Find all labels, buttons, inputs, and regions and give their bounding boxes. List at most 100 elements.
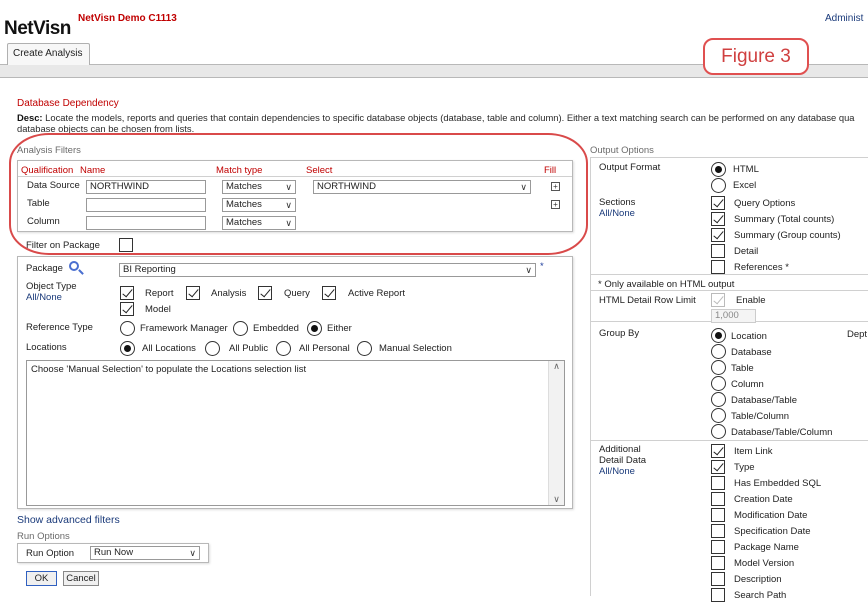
item-link-checkbox[interactable] bbox=[711, 444, 725, 458]
data-source-label: Data Source bbox=[27, 180, 80, 191]
references-label: References * bbox=[734, 262, 789, 273]
group-dept-label: Dept bbox=[847, 329, 868, 340]
run-option-label: Run Option bbox=[26, 548, 75, 559]
description: Desc: Locate the models, reports and que… bbox=[17, 112, 855, 134]
group-column-radio[interactable] bbox=[711, 376, 726, 391]
table-label: Table bbox=[27, 198, 50, 209]
all-personal-radio[interactable] bbox=[276, 341, 291, 356]
chevron-down-icon: ∨ bbox=[525, 265, 532, 275]
scrollbar[interactable]: ∧ ∨ bbox=[548, 361, 564, 505]
framework-manager-radio[interactable] bbox=[120, 321, 135, 336]
name-header: Name bbox=[80, 165, 106, 176]
run-option-select[interactable]: Run Now ∨ bbox=[90, 546, 200, 560]
run-options-panel: Run Option Run Now ∨ bbox=[17, 543, 209, 563]
modification-date-label: Modification Date bbox=[734, 510, 808, 521]
package-name-checkbox[interactable] bbox=[711, 540, 725, 554]
object-type-all-none-link[interactable]: All/None bbox=[26, 292, 62, 303]
all-public-radio[interactable] bbox=[205, 341, 220, 356]
search-path-checkbox[interactable] bbox=[711, 588, 725, 602]
row-limit-label: HTML Detail Row Limit bbox=[599, 295, 696, 306]
fill-plus-icon[interactable]: + bbox=[551, 182, 560, 191]
data-source-match-select[interactable]: Matches ∨ bbox=[222, 180, 296, 194]
model-version-checkbox[interactable] bbox=[711, 556, 725, 570]
filter-on-package-checkbox[interactable] bbox=[119, 238, 133, 252]
creation-date-label: Creation Date bbox=[734, 494, 793, 505]
analysis-checkbox[interactable] bbox=[186, 286, 200, 300]
has-embedded-sql-label: Has Embedded SQL bbox=[734, 478, 822, 489]
group-location-radio[interactable] bbox=[711, 328, 726, 343]
sections-all-none-link[interactable]: All/None bbox=[599, 208, 635, 219]
admin-link[interactable]: Administ bbox=[825, 13, 863, 24]
group-database-label: Database bbox=[731, 347, 772, 358]
column-match-select[interactable]: Matches ∨ bbox=[222, 216, 296, 230]
group-database-radio[interactable] bbox=[711, 344, 726, 359]
detail-label: Detail bbox=[734, 246, 759, 257]
cancel-button[interactable]: Cancel bbox=[63, 571, 99, 586]
group-database-table-radio[interactable] bbox=[711, 392, 726, 407]
either-label: Either bbox=[327, 323, 352, 334]
manual-selection-radio[interactable] bbox=[357, 341, 372, 356]
data-source-name-input[interactable]: NORTHWIND bbox=[86, 180, 206, 194]
chevron-down-icon: ∨ bbox=[285, 182, 292, 192]
data-source-select[interactable]: NORTHWIND ∨ bbox=[313, 180, 531, 194]
description-checkbox[interactable] bbox=[711, 572, 725, 586]
references-checkbox[interactable] bbox=[711, 260, 725, 274]
html-label: HTML bbox=[733, 164, 759, 175]
creation-date-checkbox[interactable] bbox=[711, 492, 725, 506]
detail-checkbox[interactable] bbox=[711, 244, 725, 258]
enable-label: Enable bbox=[736, 295, 766, 306]
match-type-header: Match type bbox=[216, 165, 263, 176]
query-checkbox[interactable] bbox=[258, 286, 272, 300]
object-type-label: Object Type bbox=[26, 281, 77, 292]
locations-label: Locations bbox=[26, 342, 67, 353]
additional-all-none-link[interactable]: All/None bbox=[599, 466, 635, 477]
summary-total-checkbox[interactable] bbox=[711, 212, 725, 226]
html-radio[interactable] bbox=[711, 162, 726, 177]
query-options-checkbox[interactable] bbox=[711, 196, 725, 210]
group-database-table-column-radio[interactable] bbox=[711, 424, 726, 439]
reference-type-label: Reference Type bbox=[26, 322, 93, 333]
either-radio[interactable] bbox=[307, 321, 322, 336]
type-label: Type bbox=[734, 462, 755, 473]
locations-list[interactable]: Choose 'Manual Selection' to populate th… bbox=[26, 360, 565, 506]
column-name-input[interactable] bbox=[86, 216, 206, 230]
embedded-radio[interactable] bbox=[233, 321, 248, 336]
filter-on-package-label: Filter on Package bbox=[26, 240, 100, 251]
specification-date-checkbox[interactable] bbox=[711, 524, 725, 538]
tab-create-analysis[interactable]: Create Analysis bbox=[7, 43, 90, 65]
figure-annotation: Figure 3 bbox=[703, 38, 809, 75]
chevron-down-icon[interactable]: ∨ bbox=[549, 494, 564, 505]
table-name-input[interactable] bbox=[86, 198, 206, 212]
netvisn-logo: NetVisn bbox=[4, 18, 71, 39]
group-table-radio[interactable] bbox=[711, 360, 726, 375]
app-title: NetVisn Demo C1113 bbox=[78, 13, 177, 24]
package-select[interactable]: BI Reporting ∨ bbox=[119, 263, 536, 277]
summary-group-checkbox[interactable] bbox=[711, 228, 725, 242]
table-match-select[interactable]: Matches ∨ bbox=[222, 198, 296, 212]
chevron-down-icon: ∨ bbox=[189, 548, 196, 558]
show-advanced-filters-link[interactable]: Show advanced filters bbox=[17, 514, 120, 526]
enable-row-limit-checkbox[interactable] bbox=[711, 293, 725, 307]
model-version-label: Model Version bbox=[734, 558, 795, 569]
type-checkbox[interactable] bbox=[711, 460, 725, 474]
group-location-label: Location bbox=[731, 331, 767, 342]
chevron-up-icon[interactable]: ∧ bbox=[549, 361, 564, 372]
has-embedded-sql-checkbox[interactable] bbox=[711, 476, 725, 490]
modification-date-checkbox[interactable] bbox=[711, 508, 725, 522]
package-name-label: Package Name bbox=[734, 542, 799, 553]
chevron-down-icon: ∨ bbox=[520, 182, 527, 192]
search-icon[interactable] bbox=[69, 261, 79, 271]
output-options-label: Output Options bbox=[590, 145, 654, 156]
all-locations-radio[interactable] bbox=[120, 341, 135, 356]
fill-header: Fill bbox=[544, 165, 557, 176]
row-limit-input[interactable]: 1,000 bbox=[711, 309, 756, 323]
active-report-checkbox[interactable] bbox=[322, 286, 336, 300]
excel-radio[interactable] bbox=[711, 178, 726, 193]
model-checkbox[interactable] bbox=[120, 302, 134, 316]
embedded-label: Embedded bbox=[253, 323, 299, 334]
fill-plus-icon[interactable]: + bbox=[551, 200, 560, 209]
analysis-filters-label: Analysis Filters bbox=[17, 145, 81, 156]
ok-button[interactable]: OK bbox=[26, 571, 57, 586]
report-checkbox[interactable] bbox=[120, 286, 134, 300]
group-table-column-radio[interactable] bbox=[711, 408, 726, 423]
